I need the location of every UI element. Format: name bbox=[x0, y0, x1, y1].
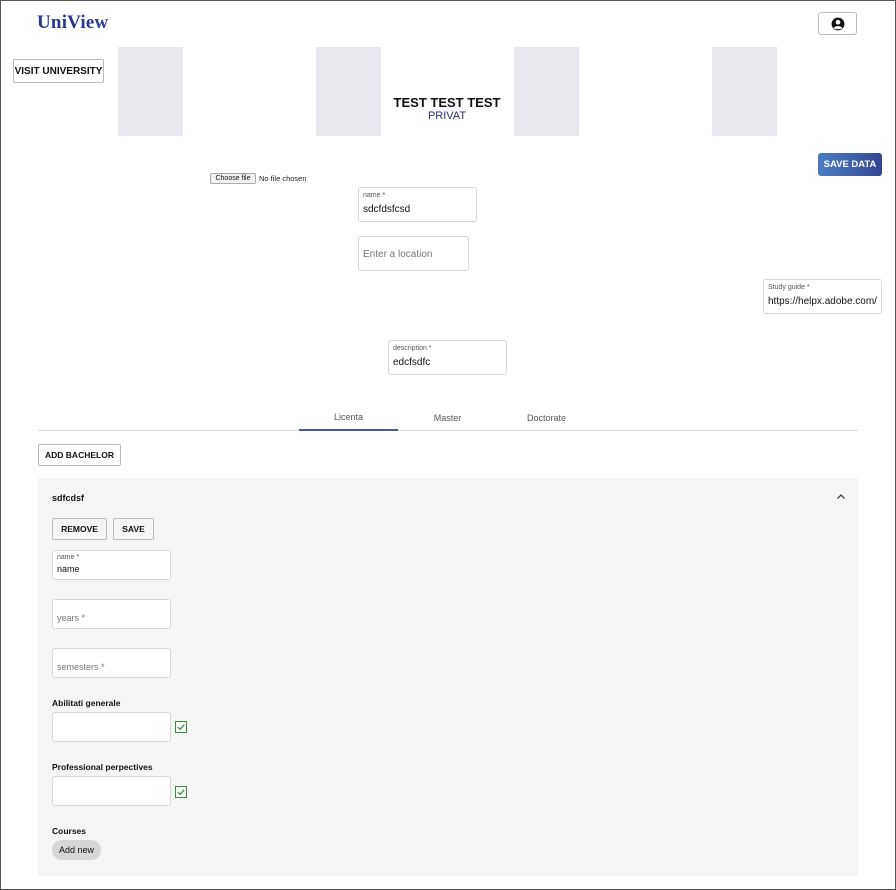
abilities-label: Abilitati generale bbox=[52, 698, 121, 708]
semesters-input[interactable]: semesters * bbox=[52, 648, 171, 678]
add-new-course-button[interactable]: Add new bbox=[52, 840, 101, 860]
abilities-input[interactable] bbox=[52, 712, 171, 742]
image-placeholder bbox=[316, 47, 381, 136]
description-label: description * bbox=[393, 345, 432, 352]
account-button[interactable] bbox=[818, 12, 857, 35]
study-guide-field[interactable]: Study guide * https://helpx.adobe.com/ bbox=[763, 279, 882, 314]
tab-doctorate[interactable]: Doctorate bbox=[497, 405, 596, 431]
courses-label: Courses bbox=[52, 826, 87, 836]
logo[interactable]: UniView bbox=[37, 12, 108, 34]
chevron-up-icon bbox=[837, 494, 845, 499]
image-placeholder bbox=[118, 47, 183, 136]
check-icon bbox=[177, 724, 185, 731]
name-field[interactable]: name * sdcfdsfcsd bbox=[358, 187, 477, 222]
program-title: sdfcdsf bbox=[52, 493, 85, 503]
location-placeholder: Enter a location bbox=[363, 249, 433, 260]
name-field-label: name * bbox=[363, 192, 386, 199]
study-guide-value: https://helpx.adobe.com/ bbox=[768, 296, 877, 307]
location-input[interactable]: Enter a location bbox=[358, 236, 469, 271]
collapse-button[interactable] bbox=[835, 490, 847, 502]
image-placeholder bbox=[712, 47, 777, 136]
abilities-confirm-button[interactable] bbox=[175, 721, 187, 733]
save-button[interactable]: SAVE bbox=[113, 518, 154, 540]
years-placeholder: years * bbox=[57, 613, 86, 623]
tab-master[interactable]: Master bbox=[398, 405, 497, 431]
remove-button[interactable]: REMOVE bbox=[52, 518, 107, 540]
perspectives-input[interactable] bbox=[52, 776, 171, 806]
perspectives-confirm-button[interactable] bbox=[175, 786, 187, 798]
image-placeholder bbox=[514, 47, 579, 136]
check-icon bbox=[177, 789, 185, 796]
program-name-field[interactable]: name * name bbox=[52, 550, 171, 580]
save-data-button[interactable]: SAVE DATA bbox=[818, 153, 882, 176]
years-input[interactable]: years * bbox=[52, 599, 171, 629]
visit-university-button[interactable]: VISIT UNIVERSITY bbox=[13, 59, 104, 83]
semesters-placeholder: semesters * bbox=[57, 662, 105, 672]
university-type: PRIVAT bbox=[427, 110, 467, 122]
description-value: edcfsdfc bbox=[393, 357, 431, 368]
description-field[interactable]: description * edcfsdfc bbox=[388, 340, 507, 375]
program-name-value: name bbox=[57, 564, 80, 574]
choose-file-button[interactable]: Choose file bbox=[210, 173, 256, 184]
perspectives-label: Professional perpectives bbox=[52, 762, 153, 772]
name-field-value: sdcfdsfcsd bbox=[363, 204, 411, 215]
university-title: TEST TEST TEST bbox=[393, 95, 501, 110]
study-guide-label: Study guide * bbox=[768, 284, 810, 291]
tab-licenta[interactable]: Licenta bbox=[299, 405, 398, 431]
account-circle-icon bbox=[831, 17, 844, 30]
program-name-label: name * bbox=[57, 554, 80, 561]
add-bachelor-button[interactable]: ADD BACHELOR bbox=[38, 444, 121, 466]
file-status: No file chosen bbox=[259, 174, 307, 183]
